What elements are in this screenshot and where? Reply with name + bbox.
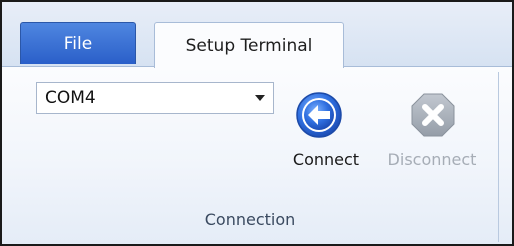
group-divider xyxy=(498,72,499,242)
disconnect-icon xyxy=(411,93,455,137)
disconnect-label: Disconnect xyxy=(387,150,477,169)
tab-file[interactable]: File xyxy=(20,22,136,64)
com-port-value: COM4 xyxy=(45,88,96,108)
connect-icon xyxy=(296,92,342,138)
tab-strip: File Setup Terminal xyxy=(2,2,512,68)
dropdown-caret-icon[interactable] xyxy=(255,95,265,101)
connect-button[interactable]: Connect xyxy=(284,90,368,180)
connect-label: Connect xyxy=(292,150,360,169)
ribbon-window: File Setup Terminal COM4 Connect Disconn… xyxy=(0,0,514,246)
connection-group-label: Connection xyxy=(204,210,296,229)
tab-setup-terminal[interactable]: Setup Terminal xyxy=(154,22,344,68)
com-port-select[interactable]: COM4 xyxy=(36,82,274,114)
disconnect-button[interactable]: Disconnect xyxy=(374,90,490,180)
